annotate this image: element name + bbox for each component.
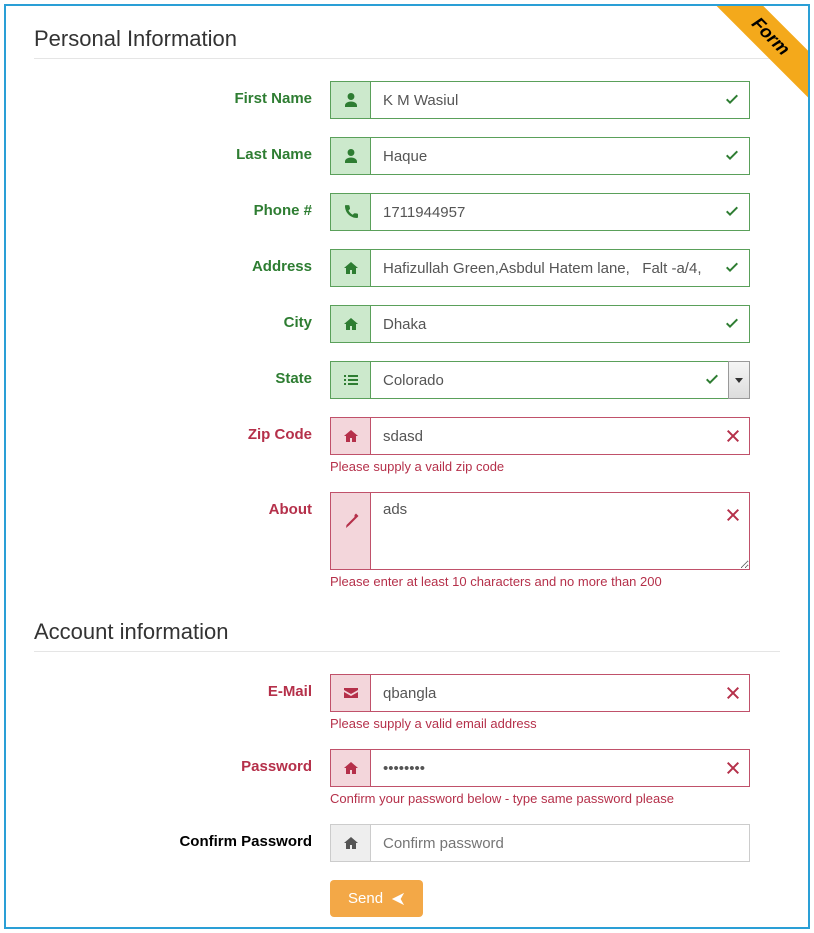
home-icon — [330, 417, 370, 455]
home-icon — [330, 824, 370, 862]
mail-icon — [330, 674, 370, 712]
phone-icon — [330, 193, 370, 231]
user-icon — [330, 81, 370, 119]
last-name-input[interactable] — [370, 137, 750, 175]
row-about: About Please enter at least 10 character… — [34, 492, 780, 589]
label-last-name: Last Name — [34, 137, 330, 163]
row-state: State Colorado — [34, 361, 780, 399]
section-title-personal: Personal Information — [34, 26, 780, 52]
form-container: Form Personal Information First Name Las… — [4, 4, 810, 929]
first-name-input[interactable] — [370, 81, 750, 119]
list-icon — [330, 361, 370, 399]
user-icon — [330, 137, 370, 175]
home-icon — [330, 249, 370, 287]
row-zip: Zip Code Please supply a vaild zip code — [34, 417, 780, 474]
send-icon — [391, 892, 405, 906]
home-icon — [330, 749, 370, 787]
city-input[interactable] — [370, 305, 750, 343]
pencil-icon — [330, 492, 370, 570]
label-state: State — [34, 361, 330, 387]
row-last-name: Last Name — [34, 137, 780, 175]
row-address: Address — [34, 249, 780, 287]
label-email: E-Mail — [34, 674, 330, 700]
label-confirm: Confirm Password — [34, 824, 330, 850]
send-button[interactable]: Send — [330, 880, 423, 917]
password-input[interactable] — [370, 749, 750, 787]
zip-input[interactable] — [370, 417, 750, 455]
about-error-text: Please enter at least 10 characters and … — [330, 574, 750, 589]
password-error-text: Confirm your password below - type same … — [330, 791, 750, 806]
email-input[interactable] — [370, 674, 750, 712]
email-error-text: Please supply a valid email address — [330, 716, 750, 731]
row-phone: Phone # — [34, 193, 780, 231]
row-first-name: First Name — [34, 81, 780, 119]
label-about: About — [34, 492, 330, 518]
state-select[interactable]: Colorado — [370, 361, 750, 399]
home-icon — [330, 305, 370, 343]
about-textarea[interactable] — [370, 492, 750, 570]
label-zip: Zip Code — [34, 417, 330, 443]
label-phone: Phone # — [34, 193, 330, 219]
label-city: City — [34, 305, 330, 331]
label-password: Password — [34, 749, 330, 775]
label-address: Address — [34, 249, 330, 275]
confirm-password-input[interactable] — [370, 824, 750, 862]
row-password: Password Confirm your password below - t… — [34, 749, 780, 806]
address-input[interactable] — [370, 249, 750, 287]
phone-input[interactable] — [370, 193, 750, 231]
row-confirm: Confirm Password — [34, 824, 780, 862]
send-button-label: Send — [348, 890, 383, 907]
row-email: E-Mail Please supply a valid email addre… — [34, 674, 780, 731]
zip-error-text: Please supply a vaild zip code — [330, 459, 750, 474]
divider — [34, 58, 780, 59]
row-city: City — [34, 305, 780, 343]
label-first-name: First Name — [34, 81, 330, 107]
divider — [34, 651, 780, 652]
section-title-account: Account information — [34, 619, 780, 645]
